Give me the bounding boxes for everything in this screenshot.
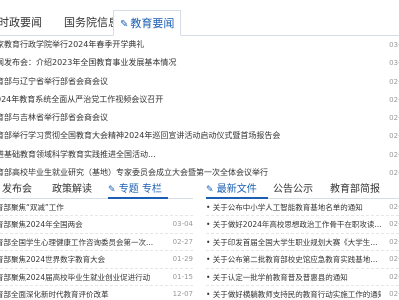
topic-date: 02-27 [172, 237, 193, 246]
news-date: 02-2 [389, 77, 399, 86]
topic-title[interactable]: 育部聚焦2024年全国两会 [0, 216, 171, 232]
list-item[interactable]: 育部与辽宁省举行部省会商会议 02-2 [0, 73, 399, 91]
list-item[interactable]: 024年教育系统全面从严治党工作视频会议召开 02-2 [0, 91, 399, 109]
list-item[interactable]: 育部聚焦“双减”工作 [0, 199, 193, 217]
list-item[interactable]: • 关于印发首届全国大学生职业规划大赛《大学生... 02-1 [206, 234, 399, 252]
list-item[interactable]: 育部聚焦2024世界数字教育大会 01-29 [0, 251, 193, 269]
tab-politics-news[interactable]: 时政要闻 [0, 10, 42, 36]
topic-date: 01-15 [172, 272, 193, 281]
topic-title[interactable]: 育部聚焦“双减”工作 [0, 199, 171, 215]
news-title[interactable]: 育部举行学习贯彻全国教育大会精神2024年巡回宣讲活动启动仪式暨首场报告会 [0, 127, 381, 145]
tab-education-news[interactable]: 教育要闻 [113, 10, 182, 36]
tab-latest-documents[interactable]: ✎ 最新文件 [206, 180, 257, 195]
news-date: 02-0 [389, 150, 399, 159]
document-title[interactable]: • 关于公布第二批教育部校史馆应急教育实践基地... [206, 251, 381, 267]
topic-title[interactable]: 育部全面深化新时代教育评价改革 [0, 286, 171, 300]
right-section-tabs: ✎ 最新文件 公告公示 教育部简报 [206, 177, 399, 199]
document-title[interactable]: • 关于认定一批学前教育普及普惠县的通知 [206, 269, 381, 285]
list-item[interactable]: • 关于公布中小学人工智能教育基地名单的通知 02-1 [206, 199, 399, 217]
news-date: 02-0 [389, 132, 399, 141]
news-title[interactable]: 育部与辽宁省举行部省会商会议 [0, 73, 381, 91]
list-item[interactable]: 育部全面深化新时代教育评价改革 12-07 [0, 286, 193, 300]
document-title[interactable]: • 关于公布中小学人工智能教育基地名单的通知 [206, 199, 381, 215]
news-date: 02-2 [389, 95, 399, 104]
document-date: 02-1 [389, 220, 399, 229]
list-item[interactable]: 闻发布会：介绍2023年全国教育事业发展基本情况 03-0 [0, 54, 399, 72]
document-date: 02-1 [389, 203, 399, 211]
list-item[interactable]: 育部聚焦2024届高校毕业生就业创业促进行动 01-15 [0, 269, 193, 286]
top-tabs: 时政要闻 国务院信息 教育要闻 [0, 0, 399, 36]
news-date: 02-2 [389, 114, 399, 123]
list-item[interactable]: 育部举行学习贯彻全国教育大会精神2024年巡回宣讲活动启动仪式暨首场报告会 02-… [0, 127, 399, 145]
special-topics-list: 育部聚焦“双减”工作 育部聚焦2024年全国两会 03-04 育部全国学生心理健康… [0, 199, 193, 300]
list-item[interactable]: 育部聚焦2024年全国两会 03-04 [0, 216, 193, 234]
tab-ministry-bulletin[interactable]: 教育部简报 [330, 180, 380, 195]
pen-icon: ✎ [108, 185, 116, 195]
list-item[interactable]: • 关于做好2024年高校思想政治工作骨干在职攻读... 02-1 [206, 216, 399, 234]
list-item[interactable]: 育部全国学生心理健康工作咨询委员会第一次... 02-27 [0, 234, 193, 252]
document-date: 02-1 [389, 272, 399, 281]
topic-date: 01-29 [172, 255, 193, 264]
list-item[interactable]: • 关于做好横躺教师支持民的教育行动实施工作的通知 02-1 [206, 286, 399, 300]
list-item[interactable]: 进基础教育领域科学教育实践推进全国活动... 02-0 [0, 146, 399, 164]
list-item[interactable]: • 关于公布第二批教育部校史馆应急教育实践基地... 02-1 [206, 251, 399, 269]
document-date: 02-1 [389, 237, 399, 246]
document-date: 02-1 [389, 255, 399, 264]
latest-documents-list: • 关于公布中小学人工智能教育基地名单的通知 02-1 • 关于做好2024年高校… [206, 199, 399, 300]
news-title[interactable]: 闻发布会：介绍2023年全国教育事业发展基本情况 [0, 54, 381, 72]
list-item[interactable]: 育部与吉林省举行部省会商会议 02-2 [0, 109, 399, 127]
topic-title[interactable]: 育部聚焦2024届高校毕业生就业创业促进行动 [0, 269, 171, 285]
news-date: 03-0 [389, 41, 399, 49]
pen-icon: ✎ [206, 185, 214, 195]
topic-title[interactable]: 育部聚焦2024世界数字教育大会 [0, 251, 171, 267]
topic-date: 03-04 [172, 220, 193, 229]
document-title[interactable]: • 关于印发首届全国大学生职业规划大赛《大学生... [206, 234, 381, 250]
special-topics-label: 专题 专栏 [118, 184, 162, 195]
list-item[interactable]: 家教育行政学院举行2024年春季开学典礼 03-0 [0, 36, 399, 54]
left-section-tabs: 发布会 政策解读 ✎ 专题 专栏 [0, 177, 193, 199]
education-news-list: 家教育行政学院举行2024年春季开学典礼 03-0 闻发布会：介绍2023年全国教… [0, 36, 399, 182]
news-date: 03-0 [389, 59, 399, 68]
news-title[interactable]: 进基础教育领域科学教育实践推进全国活动... [0, 146, 381, 164]
tab-announcements[interactable]: 公告公示 [273, 180, 313, 195]
latest-documents-label: 最新文件 [216, 184, 257, 195]
topic-title[interactable]: 育部全国学生心理健康工作咨询委员会第一次... [0, 234, 171, 250]
news-title[interactable]: 家教育行政学院举行2024年春季开学典礼 [0, 36, 381, 54]
tab-policy-interpretation[interactable]: 政策解读 [52, 180, 92, 195]
document-date: 02-1 [389, 289, 399, 298]
list-item[interactable]: • 关于认定一批学前教育普及普惠县的通知 02-1 [206, 269, 399, 286]
tab-special-topics[interactable]: ✎ 专题 专栏 [108, 180, 162, 195]
news-title[interactable]: 024年教育系统全面从严治党工作视频会议召开 [0, 91, 381, 109]
document-title[interactable]: • 关于做好横躺教师支持民的教育行动实施工作的通知 [206, 286, 381, 300]
tab-state-council-info[interactable]: 国务院信息 [64, 10, 119, 36]
document-title[interactable]: • 关于做好2024年高校思想政治工作骨干在职攻读... [206, 216, 381, 232]
news-title[interactable]: 育部与吉林省举行部省会商会议 [0, 109, 381, 127]
topic-date: 12-07 [172, 289, 193, 298]
tab-press-conference[interactable]: 发布会 [2, 180, 32, 195]
